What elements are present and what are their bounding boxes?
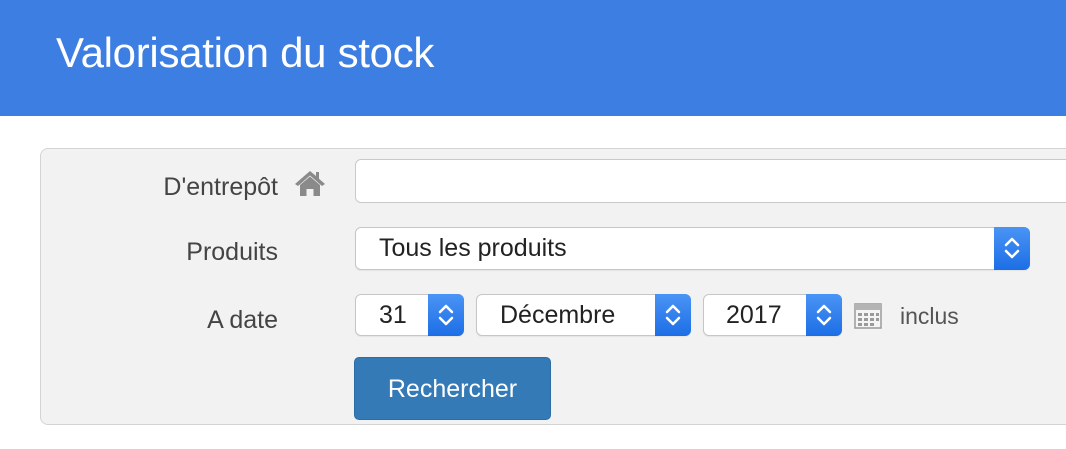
page-header: Valorisation du stock xyxy=(0,0,1066,116)
calendar-icon[interactable] xyxy=(854,301,882,329)
year-select[interactable]: 2017 xyxy=(703,294,842,336)
day-select-value: 31 xyxy=(379,301,407,329)
warehouse-input[interactable] xyxy=(355,159,1066,203)
month-select-arrows[interactable] xyxy=(655,294,691,336)
updown-chevron-icon xyxy=(816,304,832,326)
home-icon xyxy=(295,171,325,196)
page-title: Valorisation du stock xyxy=(56,29,435,76)
month-select-value: Décembre xyxy=(500,301,616,329)
products-label: Produits xyxy=(186,238,278,266)
updown-chevron-icon xyxy=(438,304,454,326)
updown-chevron-icon xyxy=(1004,237,1020,259)
day-select[interactable]: 31 xyxy=(355,294,464,336)
year-select-value: 2017 xyxy=(726,301,782,329)
warehouse-label: D'entrepôt xyxy=(163,173,278,201)
year-select-arrows[interactable] xyxy=(806,294,842,336)
day-select-arrows[interactable] xyxy=(428,294,464,336)
inclusive-label: inclus xyxy=(900,303,959,329)
products-select-arrows[interactable] xyxy=(994,227,1030,270)
products-select-value: Tous les produits xyxy=(379,234,567,262)
month-select[interactable]: Décembre xyxy=(476,294,691,336)
date-label: A date xyxy=(207,306,278,334)
products-select[interactable]: Tous les produits xyxy=(355,227,1030,270)
updown-chevron-icon xyxy=(665,304,681,326)
search-button[interactable]: Rechercher xyxy=(354,357,551,420)
